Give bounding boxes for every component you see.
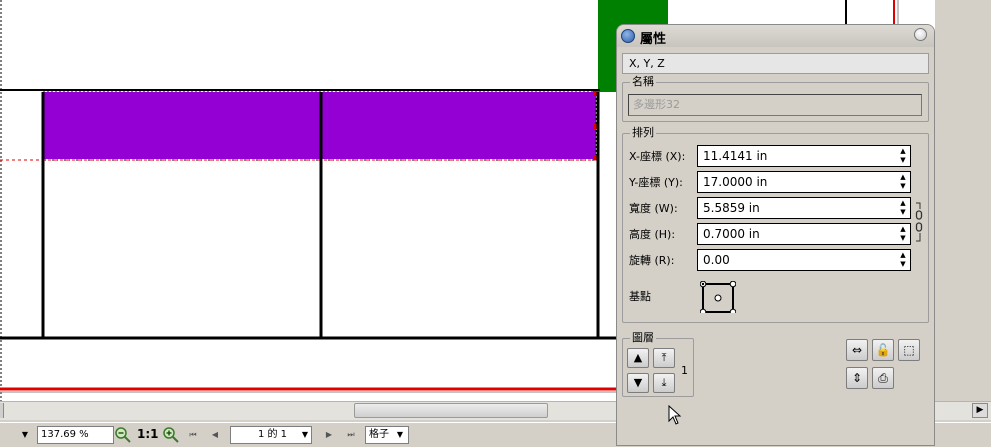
- scroll-right-arrow-icon[interactable]: ▶: [972, 403, 988, 418]
- magnifier-plus-icon[interactable]: [162, 426, 180, 444]
- lower-to-bottom-icon[interactable]: ⤓: [653, 373, 675, 393]
- y-coordinate-value[interactable]: 17.0000 in: [698, 172, 767, 192]
- last-page-icon[interactable]: ⏭: [344, 426, 358, 444]
- spin-buttons[interactable]: ▲ ▼: [897, 251, 909, 269]
- size-lock-icon[interactable]: ⬚: [898, 339, 920, 361]
- y-coordinate-input[interactable]: 17.0000 in ▲ ▼: [697, 171, 911, 193]
- chevron-down-icon[interactable]: ▼: [18, 426, 32, 444]
- x-coordinate-label: X-座標 (X):: [629, 150, 686, 163]
- width-input[interactable]: 5.5859 in ▲ ▼: [697, 197, 911, 219]
- close-icon[interactable]: [914, 28, 927, 41]
- spin-up-icon[interactable]: ▲: [897, 173, 909, 182]
- app-icon: [621, 29, 635, 43]
- width-label: 寬度 (W):: [629, 202, 678, 215]
- chain-link-icon[interactable]: [914, 201, 924, 243]
- spin-down-icon[interactable]: ▼: [897, 156, 909, 165]
- arrange-group-label: 排列: [630, 126, 656, 139]
- y-coordinate-label: Y-座標 (Y):: [629, 176, 683, 189]
- next-page-icon[interactable]: ▶: [322, 426, 336, 444]
- lower-layer-icon[interactable]: ▼: [627, 373, 649, 393]
- height-label: 高度 (H):: [629, 228, 676, 241]
- basis-point-selector[interactable]: [699, 280, 737, 316]
- chevron-down-icon[interactable]: ▼: [298, 426, 312, 444]
- chevron-down-icon[interactable]: ▼: [393, 426, 407, 444]
- rotation-value[interactable]: 0.00: [698, 250, 730, 270]
- print-icon[interactable]: ⎙: [872, 367, 894, 389]
- tab-xyz[interactable]: X, Y, Z: [622, 53, 929, 74]
- flip-vertical-icon[interactable]: ⇕: [846, 367, 868, 389]
- name-group-label: 名稱: [630, 75, 656, 88]
- spin-buttons[interactable]: ▲ ▼: [897, 173, 909, 191]
- height-input[interactable]: 0.7000 in ▲ ▼: [697, 223, 911, 245]
- rotation-input[interactable]: 0.00 ▲ ▼: [697, 249, 911, 271]
- x-coordinate-value[interactable]: 11.4141 in: [698, 146, 767, 166]
- basis-label: 基點: [629, 290, 651, 303]
- spin-up-icon[interactable]: ▲: [897, 225, 909, 234]
- zoom-input[interactable]: 137.69 %: [37, 426, 114, 444]
- canvas-outside-area: [935, 0, 991, 402]
- rotation-label: 旋轉 (R):: [629, 254, 675, 267]
- spin-up-icon[interactable]: ▲: [897, 199, 909, 208]
- panel-title: 屬性: [640, 32, 667, 47]
- prev-page-icon[interactable]: ◀: [208, 426, 222, 444]
- x-coordinate-input[interactable]: 11.4141 in ▲ ▼: [697, 145, 911, 167]
- spin-buttons[interactable]: ▲ ▼: [897, 199, 909, 217]
- raise-to-top-icon[interactable]: ⤒: [653, 348, 675, 368]
- height-value[interactable]: 0.7000 in: [698, 224, 760, 244]
- flip-horizontal-icon[interactable]: ⇔: [846, 339, 868, 361]
- spin-buttons[interactable]: ▲ ▼: [897, 147, 909, 165]
- name-field[interactable]: 多邊形32: [628, 94, 922, 116]
- layer-group-label: 圖層: [630, 331, 656, 344]
- scroll-left-button[interactable]: [0, 403, 4, 418]
- spin-down-icon[interactable]: ▼: [897, 182, 909, 191]
- mouse-cursor-icon: [668, 404, 682, 425]
- spin-down-icon[interactable]: ▼: [897, 234, 909, 243]
- width-value[interactable]: 5.5859 in: [698, 198, 760, 218]
- spin-up-icon[interactable]: ▲: [897, 147, 909, 156]
- first-page-icon[interactable]: ⏮: [186, 426, 200, 444]
- spin-down-icon[interactable]: ▼: [897, 208, 909, 217]
- lock-icon[interactable]: 🔓: [872, 339, 894, 361]
- scrollbar-thumb[interactable]: [354, 403, 548, 418]
- zoom-1-1-button[interactable]: 1:1: [137, 427, 159, 441]
- spin-buttons[interactable]: ▲ ▼: [897, 225, 909, 243]
- raise-layer-icon[interactable]: ▲: [627, 348, 649, 368]
- magnifier-minus-icon[interactable]: [114, 426, 132, 444]
- spin-down-icon[interactable]: ▼: [897, 260, 909, 269]
- layer-level: 1: [681, 364, 688, 377]
- spin-up-icon[interactable]: ▲: [897, 251, 909, 260]
